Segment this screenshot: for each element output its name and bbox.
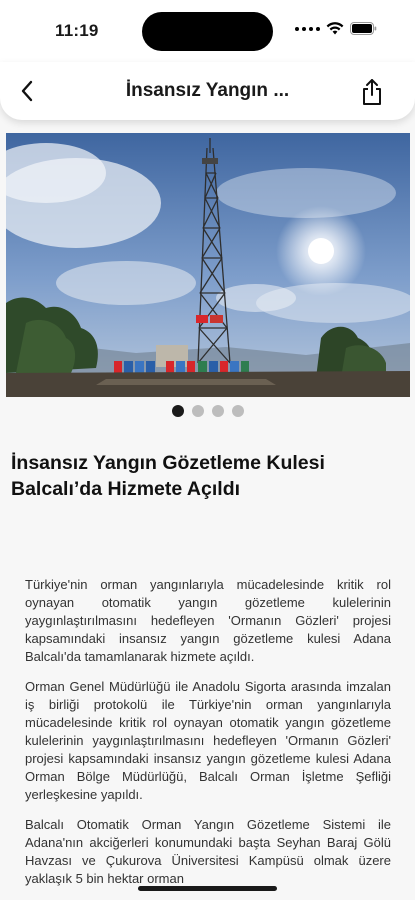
- cellular-signal-icon: [295, 26, 320, 31]
- page-title: İnsansız Yangın ...: [125, 80, 290, 101]
- battery-icon: [350, 22, 377, 35]
- back-button[interactable]: [8, 72, 46, 110]
- carousel-pager: [0, 405, 415, 417]
- home-indicator[interactable]: [138, 886, 277, 891]
- pager-dot-4[interactable]: [231, 405, 244, 417]
- share-button[interactable]: [357, 76, 387, 108]
- dynamic-island: [142, 12, 273, 51]
- article-paragraph-3: Balcalı Otomatik Orman Yangın Gözetleme …: [25, 817, 391, 886]
- share-icon: [363, 79, 381, 105]
- status-bar: 11:19: [0, 0, 415, 62]
- tower-photo: [6, 133, 410, 397]
- pager-dot-1[interactable]: [171, 405, 184, 417]
- status-icons: [295, 22, 377, 35]
- navigation-bar: İnsansız Yangın ...: [0, 62, 415, 120]
- wifi-icon: [326, 22, 344, 35]
- chevron-left-icon: [21, 80, 33, 102]
- pager-dot-3[interactable]: [211, 405, 224, 417]
- hero-image-carousel[interactable]: [6, 133, 410, 397]
- article-headline: İnsansız Yangın Gözetleme Kulesi Balcalı…: [11, 452, 325, 500]
- pager-dot-2[interactable]: [191, 405, 204, 417]
- article-paragraph-1: Türkiye'nin orman yangınlarıyla mücadele…: [25, 577, 391, 664]
- article-body: Türkiye'nin orman yangınlarıyla mücadele…: [25, 576, 391, 900]
- article-paragraph-2: Orman Genel Müdürlüğü ile Anadolu Sigort…: [25, 679, 391, 802]
- status-time: 11:19: [55, 21, 99, 40]
